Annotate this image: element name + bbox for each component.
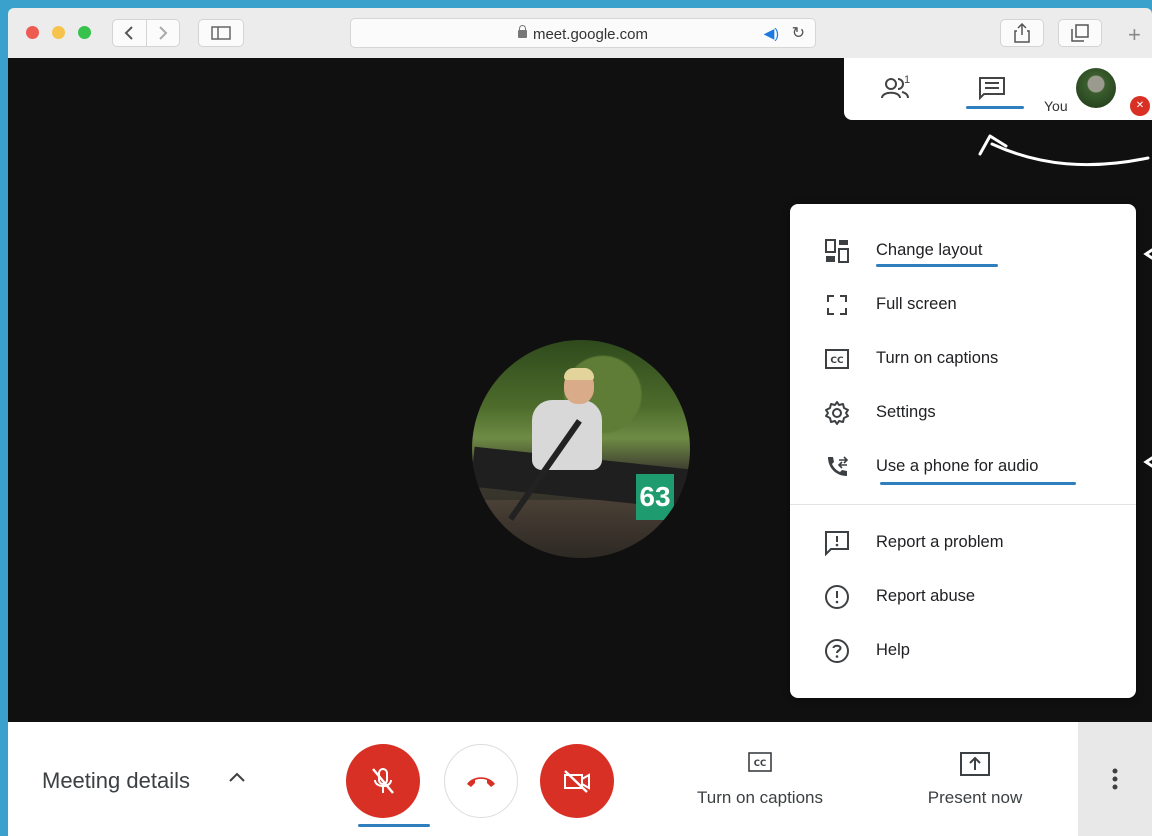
menu-item-help[interactable]: Help: [790, 624, 1136, 678]
layout-icon: [824, 238, 850, 264]
chevron-up-icon[interactable]: [228, 770, 246, 788]
mic-off-icon: [372, 768, 394, 794]
svg-text:CC: CC: [754, 759, 766, 769]
nav-buttons: [112, 19, 180, 47]
mic-toggle-button[interactable]: [346, 744, 420, 818]
menu-item-captions[interactable]: CC Turn on captions: [790, 332, 1136, 386]
back-button[interactable]: [113, 20, 146, 46]
window-close-button[interactable]: [26, 26, 39, 39]
forward-button[interactable]: [145, 20, 180, 46]
present-icon: [960, 752, 990, 781]
chat-icon: [979, 77, 1005, 101]
share-icon: [1014, 23, 1030, 43]
mic-muted-icon: ✕: [1130, 96, 1150, 116]
captions-button[interactable]: CC Turn on captions: [680, 742, 840, 822]
tabs-overview-button[interactable]: [1058, 19, 1102, 47]
speaker-icon[interactable]: ◀): [764, 25, 779, 42]
present-label: Present now: [927, 788, 1023, 807]
menu-item-label: Report a problem: [876, 533, 1004, 551]
tabs-icon: [1071, 24, 1089, 42]
menu-item-report-abuse[interactable]: Report abuse: [790, 570, 1136, 624]
menu-item-label: Report abuse: [876, 587, 976, 605]
mic-annotation-underline: [358, 824, 430, 827]
phone-hangup-icon: [467, 777, 495, 787]
people-count: 1: [904, 74, 911, 86]
address-bar[interactable]: meet.google.com ◀) ↻: [350, 18, 816, 48]
menu-divider: [790, 504, 1136, 505]
avatar[interactable]: [1076, 68, 1116, 108]
menu-item-label: Change layout: [876, 241, 983, 259]
sidebar-toggle-button[interactable]: [198, 19, 244, 47]
captions-label: Turn on captions: [697, 788, 823, 807]
participant-photo: 63: [472, 340, 690, 558]
change-layout-annotation-underline: [876, 264, 998, 267]
report-abuse-icon: [824, 584, 850, 610]
chat-annotation-underline: [966, 106, 1024, 109]
meeting-details-button[interactable]: Meeting details: [42, 768, 190, 794]
report-problem-icon: [824, 530, 850, 556]
new-tab-button[interactable]: +: [1128, 22, 1141, 48]
boat-number: 63: [636, 474, 674, 520]
chat-button[interactable]: [978, 76, 1006, 105]
menu-item-label: Help: [876, 641, 910, 659]
url-text: meet.google.com: [532, 26, 649, 43]
more-options-menu: Change layout Full screen CC Turn on cap…: [790, 204, 1136, 698]
menu-item-label: Turn on captions: [876, 349, 999, 367]
menu-item-phone-audio[interactable]: Use a phone for audio: [790, 440, 1136, 494]
reload-icon[interactable]: ↻: [792, 23, 805, 43]
window-maximize-button[interactable]: [78, 26, 91, 39]
menu-item-settings[interactable]: Settings: [790, 386, 1136, 440]
phone-audio-icon: [824, 454, 850, 480]
address-text: meet.google.com: [351, 25, 815, 43]
share-button[interactable]: [1000, 19, 1044, 47]
help-icon: [824, 638, 850, 664]
gear-icon: [824, 400, 850, 426]
window-minimize-button[interactable]: [52, 26, 65, 39]
chevron-left-icon: [124, 26, 133, 40]
bottom-controls-bar: Meeting details CC Turn on captions Pres…: [8, 722, 1152, 836]
camera-toggle-button[interactable]: [540, 744, 614, 818]
more-vert-icon: [1112, 768, 1118, 790]
menu-item-label: Full screen: [876, 295, 957, 313]
camera-off-icon: [564, 770, 590, 793]
svg-text:CC: CC: [830, 356, 844, 366]
more-options-button[interactable]: [1078, 722, 1152, 836]
menu-item-label: Settings: [876, 403, 936, 421]
end-call-button[interactable]: [444, 744, 518, 818]
sidebar-icon: [211, 26, 231, 40]
you-label: You: [1044, 98, 1068, 114]
top-right-panel: 1 You ✕: [844, 58, 1152, 120]
browser-titlebar: meet.google.com ◀) ↻ +: [8, 8, 1152, 58]
fullscreen-icon: [824, 292, 850, 318]
menu-item-label: Use a phone for audio: [876, 457, 1039, 475]
phone-audio-annotation-underline: [880, 482, 1076, 485]
menu-item-report-problem[interactable]: Report a problem: [790, 516, 1136, 570]
present-now-button[interactable]: Present now: [914, 742, 1036, 822]
captions-icon: CC: [748, 752, 772, 777]
menu-item-full-screen[interactable]: Full screen: [790, 278, 1136, 332]
lock-icon: [517, 25, 527, 38]
captions-icon: CC: [824, 346, 850, 372]
menu-item-change-layout[interactable]: Change layout: [790, 224, 1136, 278]
chevron-right-icon: [159, 26, 168, 40]
